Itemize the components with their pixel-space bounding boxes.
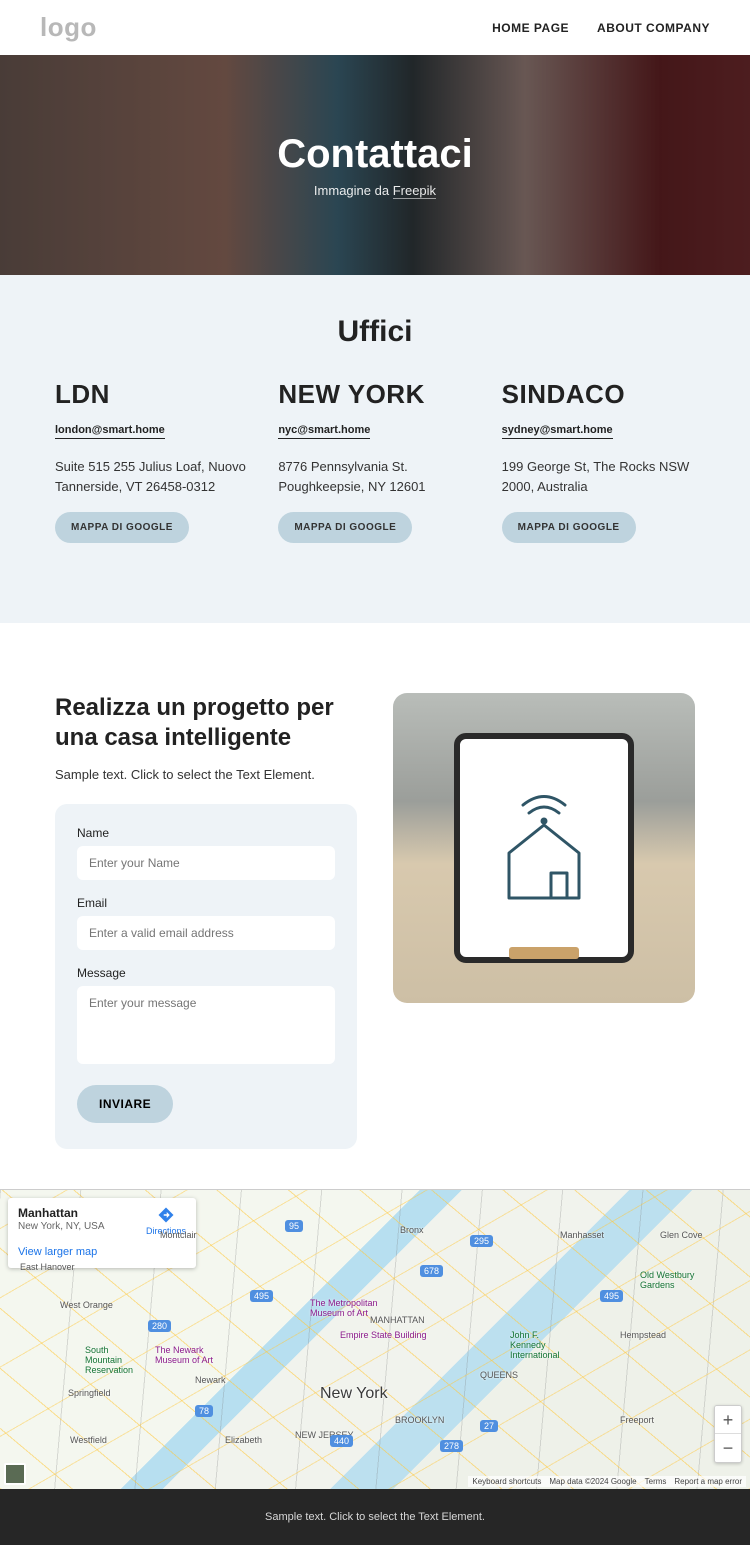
hero-title: Contattaci	[277, 132, 473, 177]
office-email-link[interactable]: nyc@smart.home	[278, 424, 370, 439]
map-poi: QUEENS	[480, 1370, 518, 1380]
office-name: SINDACO	[502, 379, 695, 410]
keyboard-shortcuts-link[interactable]: Keyboard shortcuts	[472, 1477, 541, 1486]
route-shield: 27	[480, 1420, 498, 1432]
nav-home[interactable]: HOME PAGE	[492, 21, 569, 35]
project-image	[393, 693, 695, 1003]
hero-credit-link[interactable]: Freepik	[393, 183, 436, 199]
logo[interactable]: logo	[40, 12, 97, 43]
map-poi: SouthMountainReservation	[85, 1345, 133, 1375]
map-city-label: New York	[320, 1385, 388, 1403]
hero-subtitle: Immagine da Freepik	[277, 183, 473, 198]
map-poi: MANHATTAN	[370, 1315, 425, 1325]
nav-about[interactable]: ABOUT COMPANY	[597, 21, 710, 35]
project-title: Realizza un progetto per una casa intell…	[55, 693, 357, 753]
footer-text: Sample text. Click to select the Text El…	[265, 1511, 485, 1523]
map-poi: Old WestburyGardens	[640, 1270, 694, 1290]
office-name: LDN	[55, 379, 248, 410]
name-label: Name	[77, 826, 335, 840]
office-address: 199 George St, The Rocks NSW 2000, Austr…	[502, 457, 695, 496]
zoom-out-button[interactable]: −	[715, 1434, 741, 1462]
route-shield: 95	[285, 1220, 303, 1232]
office-newyork: NEW YORK nyc@smart.home 8776 Pennsylvani…	[278, 379, 471, 543]
map-poi: Elizabeth	[225, 1435, 262, 1445]
map-poi: West Orange	[60, 1300, 113, 1310]
zoom-in-button[interactable]: +	[715, 1406, 741, 1434]
hero: Contattaci Immagine da Freepik	[0, 55, 750, 275]
main-nav: HOME PAGE ABOUT COMPANY	[492, 21, 710, 35]
map-poi: Glen Cove	[660, 1230, 703, 1240]
map-poi: Bronx	[400, 1225, 424, 1235]
route-shield: 78	[195, 1405, 213, 1417]
office-address: 8776 Pennsylvania St. Poughkeepsie, NY 1…	[278, 457, 471, 496]
map-zoom: + −	[714, 1405, 742, 1463]
project-subtext: Sample text. Click to select the Text El…	[55, 767, 357, 782]
map-poi: BROOKLYN	[395, 1415, 444, 1425]
google-map-button[interactable]: MAPPA DI GOOGLE	[502, 512, 636, 543]
map-poi: John F.KennedyInternational	[510, 1330, 560, 1360]
google-map-button[interactable]: MAPPA DI GOOGLE	[55, 512, 189, 543]
message-input[interactable]	[77, 986, 335, 1064]
office-address: Suite 515 255 Julius Loaf, Nuovo Tanners…	[55, 457, 248, 496]
route-shield: 278	[440, 1440, 463, 1452]
tablet-graphic	[454, 733, 634, 963]
office-sindaco: SINDACO sydney@smart.home 199 George St,…	[502, 379, 695, 543]
map-poi: Empire State Building	[340, 1330, 427, 1340]
terms-link[interactable]: Terms	[645, 1477, 667, 1486]
map-attribution: Keyboard shortcuts Map data ©2024 Google…	[468, 1476, 746, 1487]
contact-form: Name Email Message INVIARE	[55, 804, 357, 1149]
route-shield: 495	[250, 1290, 273, 1302]
route-shield: 295	[470, 1235, 493, 1247]
office-email-link[interactable]: london@smart.home	[55, 424, 165, 439]
map[interactable]: Directions Manhattan New York, NY, USA V…	[0, 1189, 750, 1489]
route-shield: 678	[420, 1265, 443, 1277]
submit-button[interactable]: INVIARE	[77, 1085, 173, 1123]
office-name: NEW YORK	[278, 379, 471, 410]
site-footer: Sample text. Click to select the Text El…	[0, 1489, 750, 1545]
map-poi: The MetropolitanMuseum of Art	[310, 1298, 378, 1318]
message-label: Message	[77, 966, 335, 980]
route-shield: 440	[330, 1435, 353, 1447]
offices-title: Uffici	[55, 315, 695, 349]
map-poi: The NewarkMuseum of Art	[155, 1345, 213, 1365]
map-poi: Manhasset	[560, 1230, 604, 1240]
map-poi: East Hanover	[20, 1262, 75, 1272]
offices-section: Uffici LDN london@smart.home Suite 515 2…	[0, 275, 750, 623]
map-poi: Freeport	[620, 1415, 654, 1425]
office-ldn: LDN london@smart.home Suite 515 255 Juli…	[55, 379, 248, 543]
map-poi: Montclair	[160, 1230, 197, 1240]
route-shield: 280	[148, 1320, 171, 1332]
map-poi: Westfield	[70, 1435, 107, 1445]
site-header: logo HOME PAGE ABOUT COMPANY	[0, 0, 750, 55]
email-label: Email	[77, 896, 335, 910]
email-input[interactable]	[77, 916, 335, 950]
google-map-button[interactable]: MAPPA DI GOOGLE	[278, 512, 412, 543]
map-poi: Springfield	[68, 1388, 111, 1398]
report-error-link[interactable]: Report a map error	[674, 1477, 742, 1486]
project-section: Realizza un progetto per una casa intell…	[0, 623, 750, 1189]
view-larger-map-link[interactable]: View larger map	[18, 1246, 97, 1258]
name-input[interactable]	[77, 846, 335, 880]
route-shield: 495	[600, 1290, 623, 1302]
map-layer-thumb[interactable]	[4, 1463, 26, 1485]
map-poi: Newark	[195, 1375, 226, 1385]
office-email-link[interactable]: sydney@smart.home	[502, 424, 613, 439]
map-poi: Hempstead	[620, 1330, 666, 1340]
